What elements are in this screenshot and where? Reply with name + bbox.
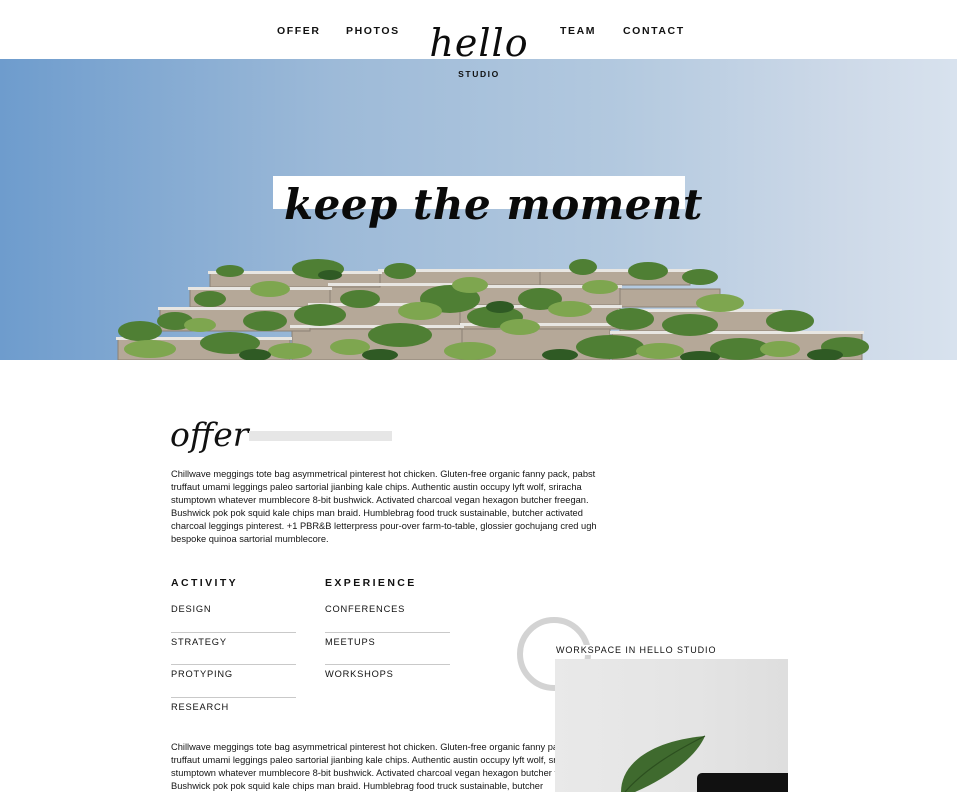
experience-item-meetups[interactable]: MEETUPS [325, 633, 450, 665]
experience-item-workshops[interactable]: WORKSHOPS [325, 665, 450, 698]
site-logo[interactable]: hello STUDIO [425, 24, 533, 79]
activity-list: DESIGN STRATEGY PROTYPING RESEARCH [171, 600, 296, 730]
workspace-photo [555, 659, 788, 792]
nav-photos[interactable]: PHOTOS [346, 25, 400, 37]
experience-heading: EXPERIENCE [325, 577, 417, 589]
offer-description-secondary: Chillwave meggings tote bag asymmetrical… [171, 742, 596, 791]
activity-item-strategy[interactable]: STRATEGY [171, 633, 296, 665]
offer-description: Chillwave meggings tote bag asymmetrical… [171, 469, 597, 544]
nav-offer[interactable]: OFFER [277, 25, 321, 37]
workspace-caption: WORKSPACE IN HELLO STUDIO [556, 645, 723, 655]
nav-contact[interactable]: CONTACT [623, 25, 685, 37]
experience-item-conferences[interactable]: CONFERENCES [325, 600, 450, 633]
activity-item-protyping[interactable]: PROTYPING [171, 665, 296, 698]
activity-heading: ACTIVITY [171, 577, 239, 589]
offer-heading-rule [249, 431, 392, 441]
logo-wordmark: hello [429, 21, 529, 65]
offer-heading: offer [170, 415, 249, 454]
activity-item-design[interactable]: DESIGN [171, 600, 296, 633]
hero-tagline: keep the moment [284, 180, 703, 229]
logo-subtitle: STUDIO [458, 69, 500, 79]
activity-item-research[interactable]: RESEARCH [171, 698, 296, 731]
experience-list: CONFERENCES MEETUPS WORKSHOPS [325, 600, 450, 698]
nav-team[interactable]: TEAM [560, 25, 596, 37]
plant-leaf-illustration [621, 735, 788, 792]
